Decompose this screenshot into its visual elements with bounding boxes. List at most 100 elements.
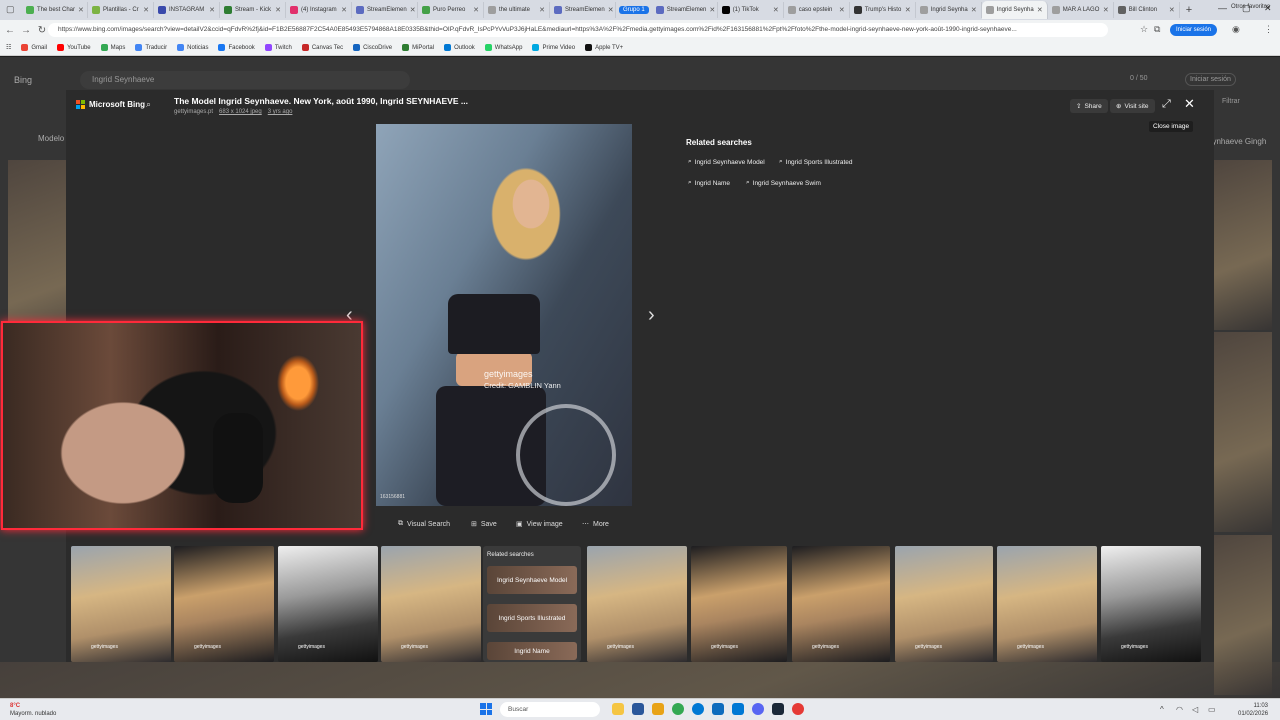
related-card-item[interactable]: Ingrid Name xyxy=(487,642,577,660)
start-icon[interactable] xyxy=(480,703,492,715)
profile-icon[interactable]: ◉ xyxy=(1232,24,1240,35)
browser-tab[interactable]: Puro Perreo ✕ xyxy=(418,2,484,18)
bookmark-item[interactable]: Prime Video xyxy=(532,44,575,51)
taskbar-search-input[interactable]: Buscar xyxy=(500,702,600,717)
bg-thumbnail[interactable] xyxy=(1214,160,1272,330)
browser-tab[interactable]: StreamElemen ✕ xyxy=(652,2,718,18)
tab-close-icon[interactable]: ✕ xyxy=(275,6,281,14)
similar-thumbnail[interactable]: gettyimages xyxy=(71,546,171,662)
browser-tab[interactable]: Trump's Histo ✕ xyxy=(850,2,916,18)
volume-icon[interactable]: ◁ xyxy=(1192,705,1198,714)
url-field[interactable]: https://www.bing.com/images/search?view=… xyxy=(48,23,1108,37)
folder-icon[interactable] xyxy=(652,703,664,715)
store-icon[interactable] xyxy=(712,703,724,715)
browser-tab[interactable]: StreamElemen ✕ xyxy=(352,2,418,18)
bookmark-item[interactable]: MiPortal xyxy=(402,44,434,51)
save-button[interactable]: ⊞ Save xyxy=(471,520,497,529)
bookmark-item[interactable]: Facebook xyxy=(218,44,255,51)
file-explorer-icon[interactable] xyxy=(632,703,644,715)
close-icon[interactable]: ✕ xyxy=(1184,96,1195,112)
main-image[interactable]: gettyimages Credit: GAMBLIN Yann 1631568… xyxy=(376,124,632,506)
battery-icon[interactable]: ▭ xyxy=(1208,705,1216,714)
source-link[interactable]: gettyimages.pt xyxy=(174,109,213,115)
similar-thumbnail[interactable]: gettyimages xyxy=(587,546,687,662)
bookmark-item[interactable]: CiscoDrive xyxy=(353,44,392,51)
similar-thumbnail[interactable]: gettyimages xyxy=(174,546,274,662)
bing-login-button[interactable]: Iniciar sesión xyxy=(1185,73,1236,86)
search-icon[interactable]: ⌕ xyxy=(146,99,158,111)
tab-close-icon[interactable]: ✕ xyxy=(143,6,149,14)
back-icon[interactable]: ← xyxy=(2,25,18,36)
sign-in-button[interactable]: Iniciar sesión xyxy=(1170,24,1218,36)
browser-tab[interactable]: MAR A LAGO ✕ xyxy=(1048,2,1114,18)
bg-thumbnail[interactable] xyxy=(1214,332,1272,532)
browser-tab[interactable]: the ultimate ✕ xyxy=(484,2,550,18)
related-chip-2[interactable]: ⌕ Ingrid Sports Illustrated xyxy=(779,156,852,168)
next-image-arrow-icon[interactable]: › xyxy=(648,304,655,327)
tab-close-icon[interactable]: ✕ xyxy=(971,6,977,14)
tab-close-icon[interactable]: ✕ xyxy=(839,6,845,14)
browser-tab[interactable]: Bill Clinton ✕ xyxy=(1114,2,1180,18)
share-button[interactable]: ⇪ Share xyxy=(1070,99,1108,113)
tab-close-icon[interactable]: ✕ xyxy=(1037,6,1043,14)
related-card-item[interactable]: Ingrid Sports Illustrated xyxy=(487,604,577,632)
apps-icon[interactable]: ☷ xyxy=(6,44,11,51)
tab-close-icon[interactable]: ✕ xyxy=(905,6,911,14)
new-tab-icon[interactable]: + xyxy=(1186,4,1192,16)
chrome-icon[interactable] xyxy=(672,703,684,715)
more-button[interactable]: ⋯ More xyxy=(582,520,609,529)
bing-logo[interactable]: Bing xyxy=(14,75,32,85)
related-chip-1[interactable]: ⌕ Ingrid Seynhaeve Model xyxy=(688,156,765,168)
wifi-icon[interactable]: ◠ xyxy=(1176,705,1183,714)
related-chip-3[interactable]: ⌕ Ingrid Name xyxy=(688,177,730,189)
similar-thumbnail[interactable]: gettyimages xyxy=(792,546,890,662)
browser-tab[interactable]: caso epstein ✕ xyxy=(784,2,850,18)
bookmark-item[interactable]: Apple TV+ xyxy=(585,44,623,51)
tab-close-icon[interactable]: ✕ xyxy=(773,6,779,14)
image-title[interactable]: The Model Ingrid Seynhaeve. New York, ao… xyxy=(174,96,468,106)
bookmark-item[interactable]: YouTube xyxy=(57,44,91,51)
tab-close-icon[interactable]: ✕ xyxy=(209,6,215,14)
similar-thumbnail[interactable]: gettyimages xyxy=(1101,546,1201,662)
bookmark-item[interactable]: WhatsApp xyxy=(484,44,522,51)
browser-tab[interactable]: Plantillas - Cr ✕ xyxy=(88,2,154,18)
tab-group-label[interactable]: Grupo 1 xyxy=(619,6,649,14)
other-bookmarks[interactable]: Otros favoritos xyxy=(1231,4,1270,10)
similar-thumbnail[interactable]: gettyimages xyxy=(895,546,993,662)
bing-search-input[interactable]: Ingrid Seynhaeve xyxy=(80,71,410,89)
browser-tab[interactable]: Stream - Kick ✕ xyxy=(220,2,286,18)
related-card-item[interactable]: Ingrid Seynhaeve Model xyxy=(487,566,577,594)
browser-tab[interactable]: (4) Instagram ✕ xyxy=(286,2,352,18)
tab-search-icon[interactable]: ▢ xyxy=(6,4,15,15)
filter-button[interactable]: Filtrar xyxy=(1222,98,1240,105)
bookmark-item[interactable]: Twitch xyxy=(264,44,292,51)
chevron-up-icon[interactable]: ^ xyxy=(1160,705,1164,714)
microsoft-bing-logo[interactable]: Microsoft Bing xyxy=(76,100,145,109)
visual-search-button[interactable]: ⧉ Visual Search xyxy=(398,520,450,528)
steam-icon[interactable] xyxy=(772,703,784,715)
similar-thumbnail[interactable]: gettyimages xyxy=(997,546,1097,662)
view-image-button[interactable]: ▣ View image xyxy=(516,520,563,529)
weather-widget[interactable]: 8°C Mayorm. nublado xyxy=(10,702,56,718)
tab-close-icon[interactable]: ✕ xyxy=(410,6,416,14)
tab-close-icon[interactable]: ✕ xyxy=(78,6,84,14)
browser-tab[interactable]: INSTAGRAM ✕ xyxy=(154,2,220,18)
browser-tab[interactable]: Ingrid Seynha ✕ xyxy=(916,2,982,18)
tab-close-icon[interactable]: ✕ xyxy=(1169,6,1175,14)
bookmark-item[interactable]: Maps xyxy=(100,44,125,51)
menu-icon[interactable]: ⋮ xyxy=(1264,24,1273,35)
expand-icon[interactable]: ⤢ xyxy=(1162,98,1171,111)
clock[interactable]: 11:03 01/02/2026 xyxy=(1238,702,1268,718)
task-view-icon[interactable] xyxy=(612,703,624,715)
discord-icon[interactable] xyxy=(752,703,764,715)
tab-close-icon[interactable]: ✕ xyxy=(709,6,715,14)
tab-close-icon[interactable]: ✕ xyxy=(1103,6,1109,14)
edge-icon[interactable] xyxy=(692,703,704,715)
related-chip-4[interactable]: ⌕ Ingrid Seynhaeve Swim xyxy=(746,177,821,189)
visit-site-button[interactable]: ⊕ Visit site xyxy=(1110,99,1155,113)
mail-icon[interactable] xyxy=(732,703,744,715)
bookmark-item[interactable]: Traducir xyxy=(135,44,167,51)
browser-tab[interactable]: (1) TikTok ✕ xyxy=(718,2,784,18)
tab-close-icon[interactable]: ✕ xyxy=(341,6,347,14)
tab-close-icon[interactable]: ✕ xyxy=(473,6,479,14)
